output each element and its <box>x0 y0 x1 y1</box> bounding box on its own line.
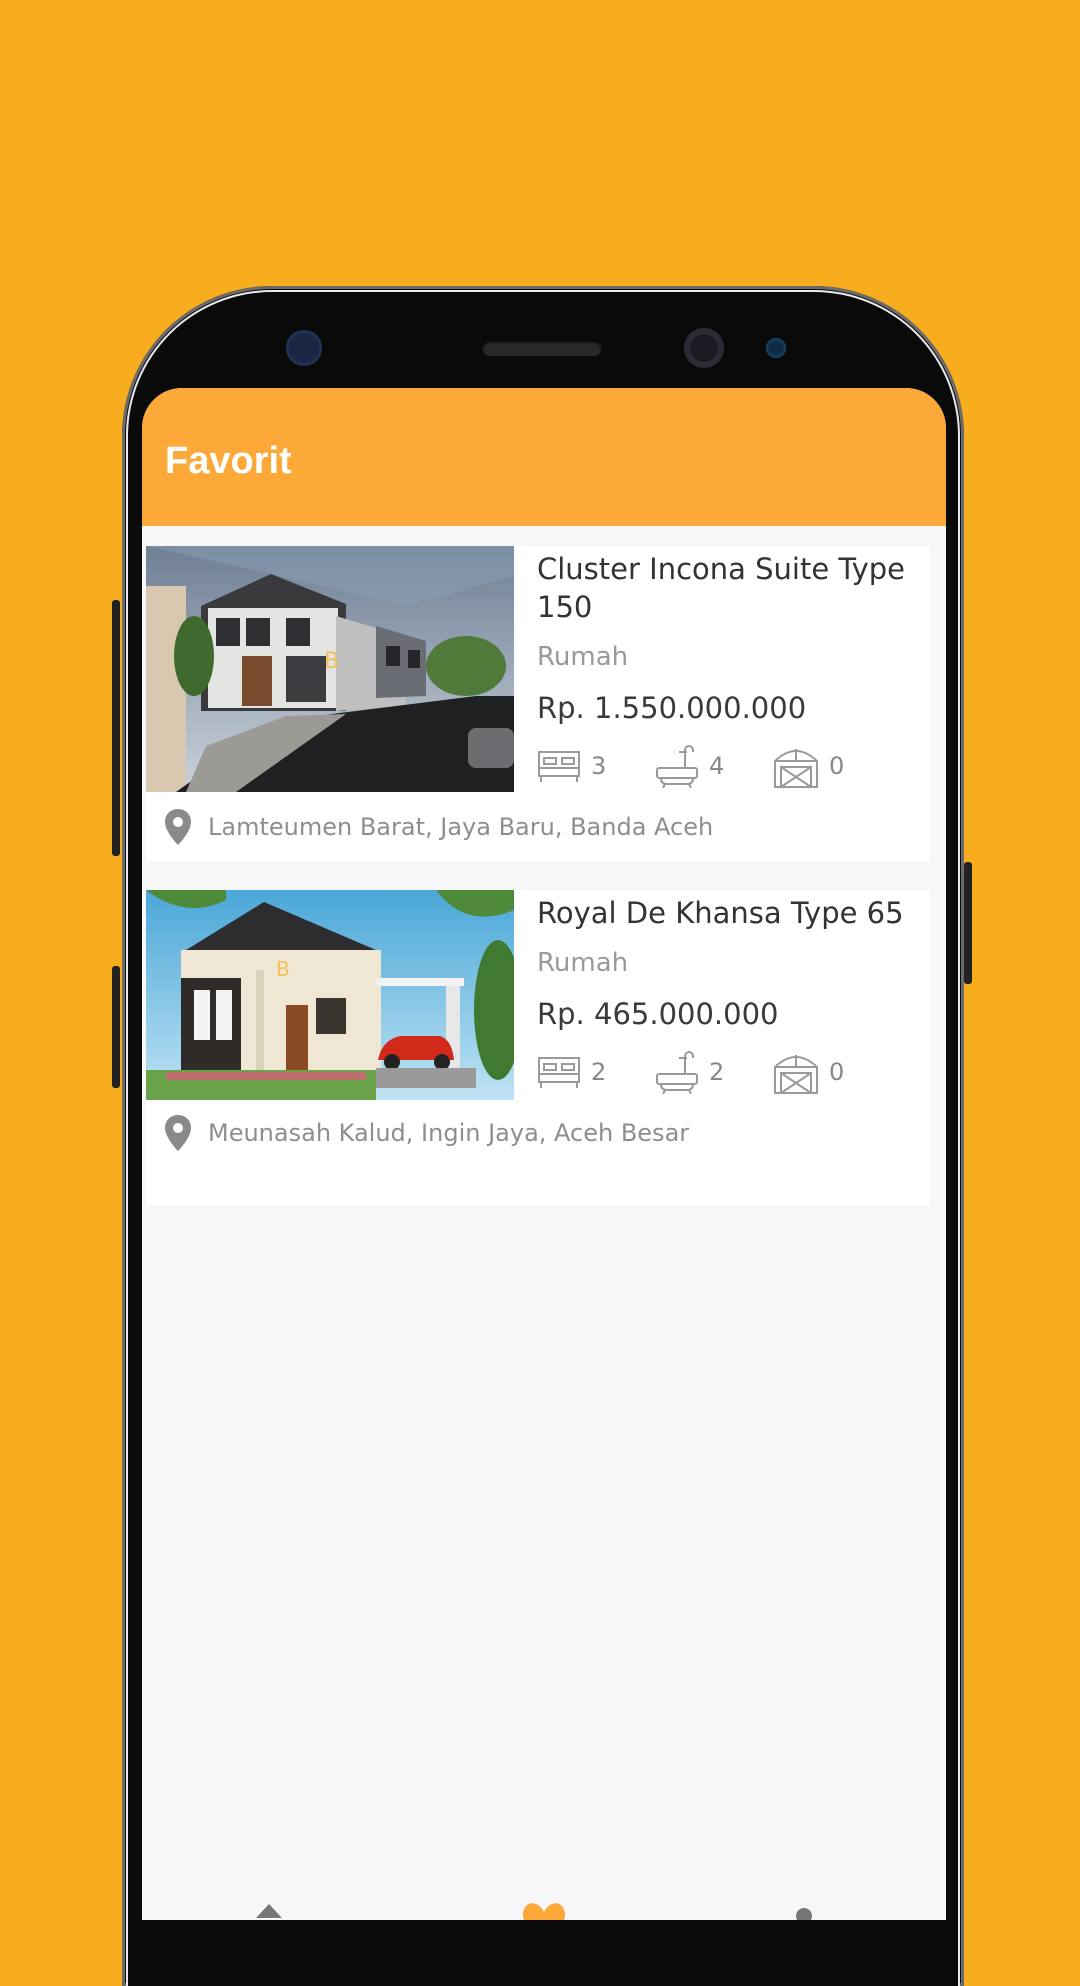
bedroom-value: 3 <box>591 752 607 780</box>
power-button <box>964 862 972 984</box>
garage-value: 0 <box>829 1058 845 1086</box>
garage-count: 0 <box>773 743 891 789</box>
facilities-row: 3 4 0 <box>537 744 917 788</box>
location-text: Lamteumen Barat, Jaya Baru, Banda Aceh <box>208 813 714 841</box>
listing-card[interactable]: B Cluster Incona Suite Type 150 Rumah Rp… <box>146 546 930 862</box>
listing-info: Cluster Incona Suite Type 150 Rumah Rp. … <box>537 546 917 788</box>
bedroom-count: 3 <box>537 748 655 784</box>
facilities-row: 2 2 0 <box>537 1050 917 1094</box>
bathtub-icon <box>656 1051 698 1094</box>
bedroom-count: 2 <box>537 1054 655 1090</box>
bixby-button <box>112 966 120 1088</box>
bottom-navigation <box>142 1900 946 1920</box>
listing-location: Meunasah Kalud, Ingin Jaya, Aceh Besar <box>164 1114 689 1152</box>
bedroom-value: 2 <box>591 1058 607 1086</box>
profile-icon[interactable] <box>794 1904 814 1920</box>
listing-price: Rp. 1.550.000.000 <box>537 691 807 725</box>
app-screen: Favorit B Cluster Incona Suite Type 150 … <box>142 388 946 1920</box>
bed-icon <box>538 1057 580 1088</box>
bathroom-value: 2 <box>709 1058 725 1086</box>
page-title: Favorit <box>165 440 292 482</box>
home-icon[interactable] <box>254 1902 284 1920</box>
garage-count: 0 <box>773 1049 891 1095</box>
listing-photo: B <box>146 546 514 792</box>
earpiece-speaker <box>482 340 602 356</box>
garage-icon <box>774 1055 818 1094</box>
bathroom-value: 4 <box>709 752 725 780</box>
front-camera-icon <box>684 328 724 368</box>
bathroom-count: 4 <box>655 744 773 788</box>
listing-price: Rp. 465.000.000 <box>537 997 779 1031</box>
listing-title[interactable]: Cluster Incona Suite Type 150 <box>537 550 917 626</box>
favorite-heart-icon[interactable] <box>520 1900 568 1920</box>
listing-location: Lamteumen Barat, Jaya Baru, Banda Aceh <box>164 808 713 846</box>
location-text: Meunasah Kalud, Ingin Jaya, Aceh Besar <box>208 1119 690 1147</box>
listing-card[interactable]: B Royal De Khansa Type 65 Rumah Rp. 465.… <box>146 890 930 1206</box>
listing-type: Rumah <box>537 948 629 978</box>
svg-text:B: B <box>324 649 339 674</box>
app-bar: Favorit <box>142 388 946 526</box>
listing-type: Rumah <box>537 642 629 672</box>
garage-icon <box>774 749 818 788</box>
bathroom-count: 2 <box>655 1050 773 1094</box>
favorites-list: B Cluster Incona Suite Type 150 Rumah Rp… <box>146 546 930 1234</box>
sensor-icon <box>286 330 322 366</box>
listing-photo: B <box>146 890 514 1100</box>
svg-text:B: B <box>276 957 290 981</box>
bed-icon <box>538 751 580 782</box>
location-pin-icon <box>165 809 191 845</box>
proximity-sensor-icon <box>766 338 786 358</box>
listing-info: Royal De Khansa Type 65 Rumah Rp. 465.00… <box>537 890 917 1094</box>
listing-title[interactable]: Royal De Khansa Type 65 <box>537 894 917 932</box>
bathtub-icon <box>656 745 698 788</box>
garage-value: 0 <box>829 752 845 780</box>
location-pin-icon <box>165 1115 191 1151</box>
volume-button <box>112 600 120 856</box>
